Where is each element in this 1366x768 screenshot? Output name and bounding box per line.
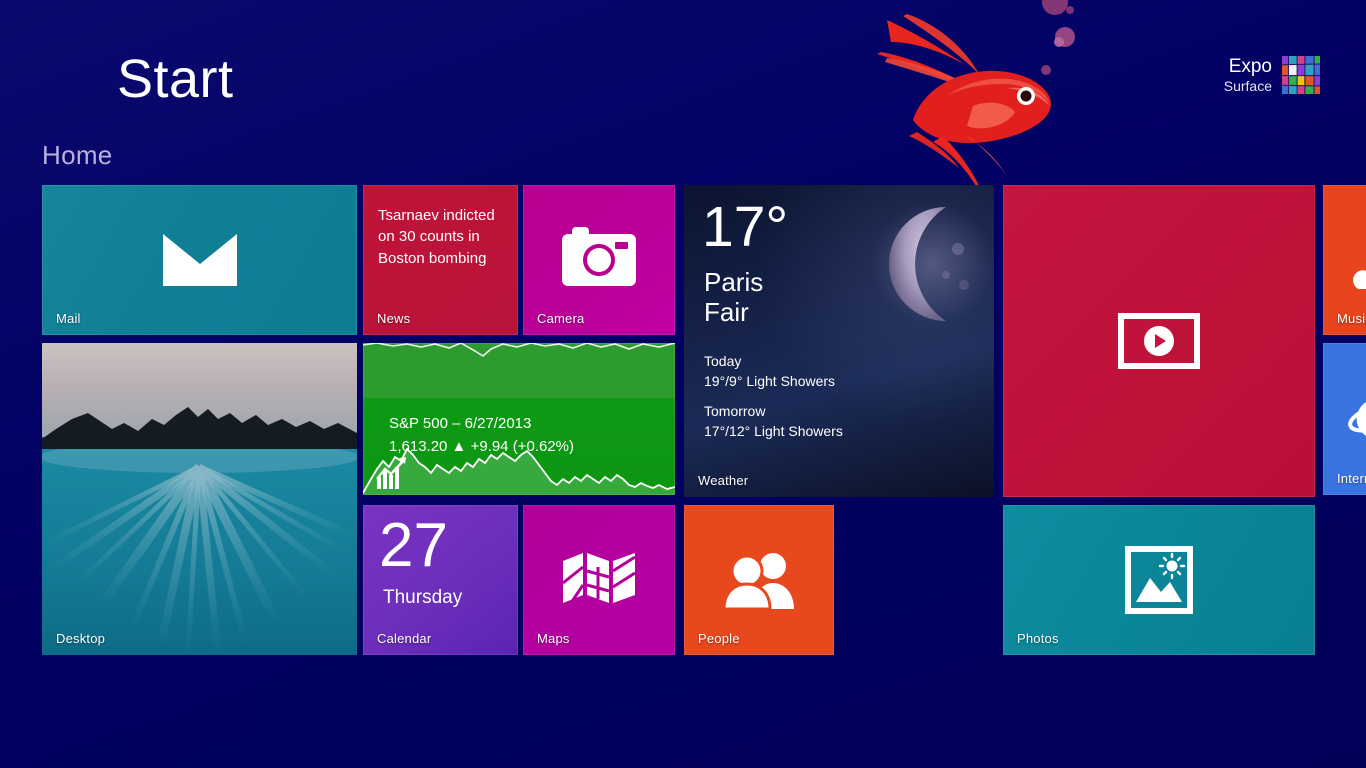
weather-today-label: Today (704, 351, 835, 371)
avatar-tile (1282, 86, 1288, 94)
avatar-tile (1282, 76, 1288, 85)
avatar-tile (1289, 65, 1296, 74)
tile-label-maps: Maps (537, 631, 570, 646)
avatar[interactable] (1282, 56, 1320, 94)
account-name: Expo (1224, 56, 1272, 78)
avatar-tile (1297, 76, 1304, 85)
page-title: Start (117, 52, 234, 106)
bubble-icon (1041, 65, 1051, 75)
tile-label-music: Music (1337, 311, 1366, 326)
account-subname: Surface (1224, 78, 1272, 94)
internet-explorer-icon (1345, 387, 1366, 451)
avatar-tile (1297, 65, 1304, 74)
weather-city: Paris (704, 267, 763, 298)
tile-news[interactable]: Tsarnaev indicted on 30 counts in Boston… (363, 185, 518, 335)
stock-chart-icon (375, 455, 411, 491)
start-screen: Start Home Expo Surface (0, 0, 1366, 768)
avatar-tile (1282, 56, 1288, 64)
tile-video[interactable] (1003, 185, 1315, 497)
finance-index-line: S&P 500 – 6/27/2013 (389, 413, 574, 436)
tile-label-weather: Weather (698, 473, 748, 488)
music-note-icon (1345, 231, 1366, 289)
bubble-icon (1066, 6, 1074, 14)
avatar-tile (1314, 76, 1320, 86)
avatar-tile-grid (1282, 56, 1320, 94)
tile-mail[interactable]: Mail (42, 185, 357, 335)
avatar-tile (1306, 56, 1313, 64)
tile-label-people: People (698, 631, 740, 646)
tile-label-news: News (377, 311, 410, 326)
user-account-button[interactable]: Expo Surface (1224, 56, 1320, 94)
news-headline: Tsarnaev indicted on 30 counts in Boston… (378, 205, 505, 269)
tile-weather[interactable]: 17° Paris Fair Today 19°/9° Light Shower… (684, 185, 994, 497)
bubble-icon (1042, 0, 1068, 15)
tile-desktop[interactable]: Desktop (42, 343, 357, 655)
weather-condition: Fair (704, 297, 749, 328)
envelope-icon (163, 234, 237, 286)
tile-label-calendar: Calendar (377, 631, 431, 646)
tile-music[interactable]: Music (1323, 185, 1366, 335)
tile-maps[interactable]: Maps (523, 505, 675, 655)
avatar-tile (1297, 86, 1304, 94)
tile-label-photos: Photos (1017, 631, 1059, 646)
tile-people[interactable]: People (684, 505, 834, 655)
avatar-tile (1314, 65, 1320, 75)
weather-today-block: Today 19°/9° Light Showers (704, 351, 835, 392)
avatar-tile (1314, 86, 1320, 94)
avatar-tile (1289, 86, 1296, 94)
weather-temperature: 17° (702, 199, 788, 256)
avatar-tile (1306, 76, 1313, 85)
weather-today-detail: 19°/9° Light Showers (704, 371, 835, 391)
tile-calendar[interactable]: 27 Thursday Calendar (363, 505, 518, 655)
avatar-tile (1306, 65, 1313, 74)
seascape-rocks (42, 405, 357, 455)
avatar-tile (1282, 65, 1288, 74)
seascape-streaks (42, 449, 357, 655)
calendar-day-number: 27 (379, 515, 448, 577)
finance-incoming-chart (363, 343, 675, 357)
tile-finance[interactable]: S&P 500 – 6/27/2013 1,613.20 ▲ +9.94 (+0… (363, 343, 675, 495)
weather-tomorrow-detail: 17°/12° Light Showers (704, 421, 843, 441)
avatar-tile (1314, 56, 1320, 64)
bubble-icon (1055, 27, 1075, 47)
tile-label-mail: Mail (56, 311, 81, 326)
play-button-glyph (1144, 326, 1174, 356)
avatar-tile (1289, 76, 1296, 85)
tile-group-header[interactable]: Home (42, 140, 113, 171)
camera-lens (583, 244, 615, 276)
weather-tomorrow-label: Tomorrow (704, 401, 843, 421)
tile-label-camera: Camera (537, 311, 584, 326)
tile-internet-explorer[interactable]: Internet (1323, 343, 1366, 495)
bubble-icon (1054, 37, 1064, 47)
calendar-day-of-week: Thursday (383, 587, 462, 609)
camera-icon (562, 234, 636, 286)
account-names: Expo Surface (1224, 56, 1272, 94)
tile-camera[interactable]: Camera (523, 185, 675, 335)
two-people-icon (718, 551, 800, 609)
avatar-tile (1306, 86, 1313, 94)
crescent-moon-icon (872, 203, 994, 325)
play-video-icon (1118, 313, 1200, 369)
tile-label-desktop: Desktop (56, 631, 105, 646)
picture-icon (1125, 546, 1193, 614)
camera-flash (615, 242, 628, 249)
avatar-tile (1297, 56, 1304, 64)
folded-map-icon (561, 549, 637, 611)
tile-photos[interactable]: Photos (1003, 505, 1315, 655)
tile-label-internet-explorer: Internet (1337, 471, 1366, 486)
avatar-tile (1289, 56, 1296, 64)
weather-tomorrow-block: Tomorrow 17°/12° Light Showers (704, 401, 843, 442)
